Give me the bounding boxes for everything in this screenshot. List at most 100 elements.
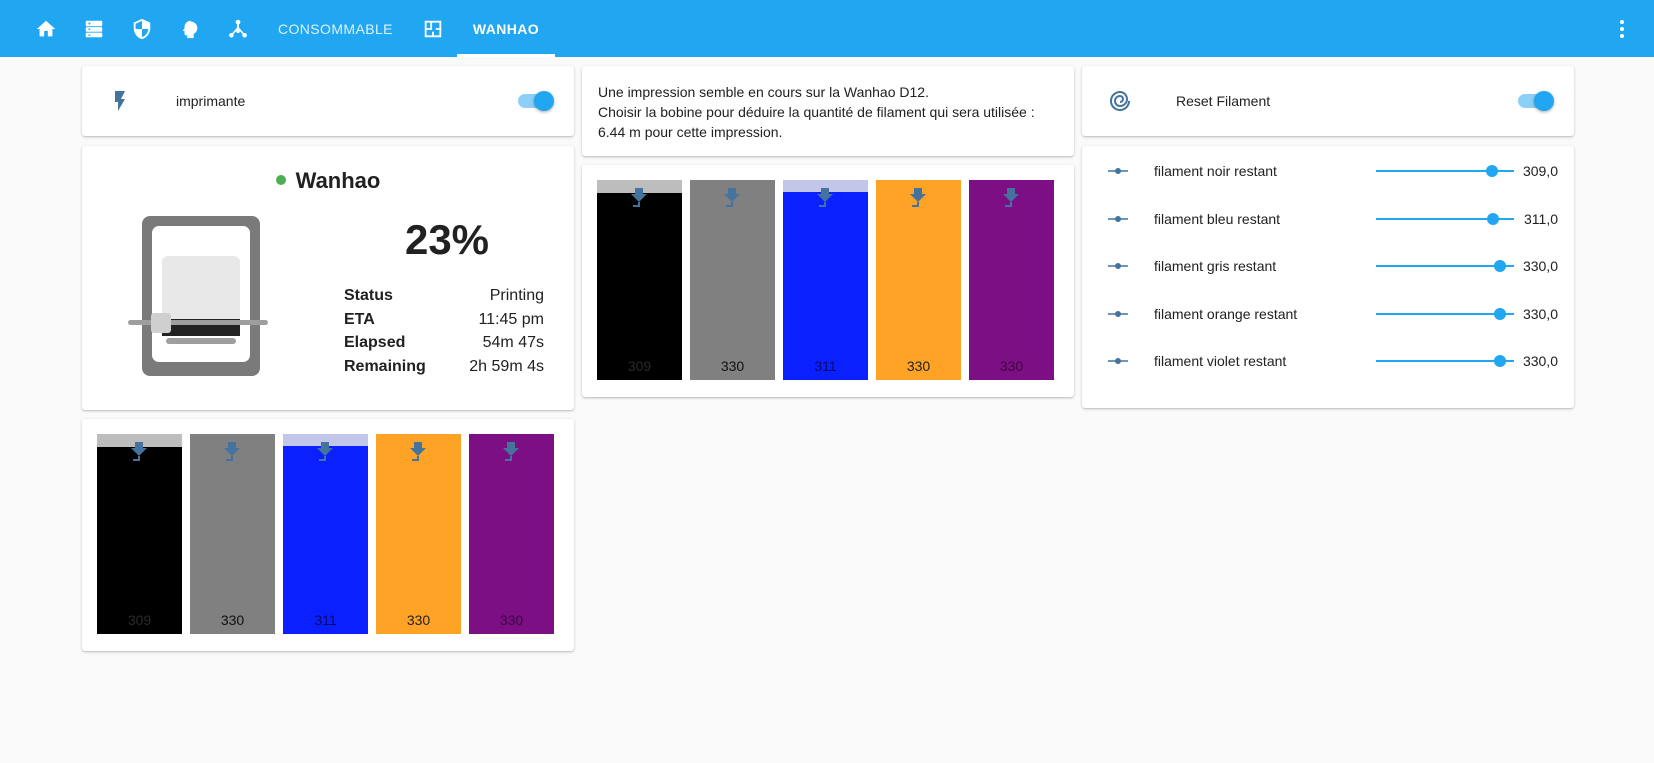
- spool-list: 309 330 311 330 330: [597, 180, 1054, 380]
- nozzle-icon: [222, 442, 242, 464]
- spool-remaining-value: 330: [220, 612, 245, 628]
- ray-vertex-icon: [1106, 159, 1130, 183]
- filament-slider-value: 330,0: [1522, 353, 1558, 369]
- filament-slider-row: filament orange restant 330,0: [1082, 290, 1574, 338]
- message-line-3: 6.44 m pour cette impression.: [598, 124, 783, 140]
- slider-knob[interactable]: [1494, 355, 1506, 367]
- network-icon: [229, 19, 247, 38]
- message-line-2: Choisir la bobine pour déduire la quanti…: [598, 104, 1035, 120]
- spool-fill-level: [597, 193, 682, 380]
- spool-remaining-value: 330: [906, 358, 931, 374]
- message-line-1: Une impression semble en cours sur la Wa…: [598, 84, 929, 100]
- spool-list: 309 330 311 330 330: [97, 434, 554, 634]
- filament-slider-label: filament noir restant: [1154, 163, 1277, 179]
- nozzle-icon: [629, 188, 649, 210]
- flash-icon: [108, 89, 132, 113]
- tab-wanhao[interactable]: WANHAO: [456, 0, 556, 57]
- spool-3[interactable]: 330: [876, 180, 961, 380]
- tab-home[interactable]: [22, 0, 70, 57]
- nozzle-icon: [315, 442, 335, 464]
- status-dot: [275, 175, 286, 186]
- spool-2[interactable]: 311: [783, 180, 868, 380]
- print-message: Une impression semble en cours sur la Wa…: [582, 66, 1074, 158]
- printer-status-card: Wanhao 23% Status Printing ETA 11:45 pm El…: [82, 146, 574, 410]
- printer-switch-card: imprimante: [82, 66, 574, 136]
- stat-remaining: Remaining 2h 59m 4s: [344, 357, 544, 375]
- filament-slider-value: 330,0: [1522, 305, 1558, 322]
- tab-wanhao-label: WANHAO: [472, 20, 540, 37]
- spool-fill-level: [97, 447, 182, 634]
- printer-graphic: [128, 216, 268, 376]
- filament-slider[interactable]: [1376, 304, 1514, 324]
- printer-switch-label: imprimante: [176, 93, 246, 109]
- ray-vertex-icon: [1106, 207, 1130, 231]
- filament-slider-label: filament bleu restant: [1154, 210, 1281, 227]
- filament-slider[interactable]: [1376, 256, 1514, 276]
- filament-slider[interactable]: [1376, 351, 1514, 371]
- tab-network[interactable]: [214, 0, 262, 57]
- stat-status: Status Printing: [344, 287, 544, 304]
- filament-slider-label: filament orange restant: [1154, 305, 1298, 322]
- progress-percent: 23%: [404, 216, 490, 263]
- filament-slider-row: filament gris restant 330,0: [1082, 242, 1574, 290]
- slider-knob[interactable]: [1486, 212, 1499, 225]
- spool-remaining-value: 311: [814, 358, 837, 374]
- spool-fill-level: [783, 192, 868, 380]
- spool-2[interactable]: 311: [283, 434, 368, 634]
- filament-slider-label: filament violet restant: [1154, 353, 1287, 369]
- printer-power-toggle[interactable]: [518, 91, 554, 111]
- filament-slider-row: filament bleu restant 311,0: [1082, 195, 1574, 243]
- home-icon: [36, 20, 56, 36]
- spool-remaining-value: 330: [999, 358, 1024, 374]
- ray-vertex-icon: [1106, 302, 1130, 326]
- spool-remaining-value: 311: [314, 612, 337, 628]
- stat-eta: ETA 11:45 pm: [344, 310, 544, 328]
- spool-4[interactable]: 330: [469, 434, 554, 634]
- slider-knob[interactable]: [1486, 165, 1499, 177]
- stat-elapsed: Elapsed 54m 47s: [344, 334, 544, 351]
- brain-icon: [182, 20, 198, 38]
- nozzle-icon: [129, 442, 149, 464]
- spool-remaining-value: 330: [406, 612, 431, 628]
- spool-0[interactable]: 309: [97, 434, 182, 634]
- dots-vertical-icon: [1620, 20, 1624, 38]
- spool-4[interactable]: 330: [969, 180, 1054, 380]
- reset-filament-toggle[interactable]: [1518, 91, 1554, 111]
- nozzle-icon: [501, 442, 521, 464]
- reset-filament-card: Reset Filament: [1082, 66, 1574, 136]
- floorplan-icon: [424, 20, 442, 37]
- spiral-icon: [1108, 89, 1132, 113]
- printer-name: Wanhao: [82, 168, 574, 194]
- filament-slider-label: filament gris restant: [1154, 258, 1277, 274]
- ray-vertex-icon: [1106, 349, 1130, 373]
- slider-knob[interactable]: [1494, 307, 1506, 320]
- filament-slider-value: 311,0: [1524, 210, 1558, 227]
- filament-slider-row: filament noir restant 309,0: [1082, 147, 1574, 195]
- nozzle-icon: [722, 188, 742, 210]
- spool-1[interactable]: 330: [190, 434, 275, 634]
- filament-sliders-card: filament noir restant 309,0 filament bleu …: [1082, 146, 1574, 408]
- spool-0[interactable]: 309: [597, 180, 682, 380]
- top-app-bar: CONSOMMABLE WANHAO: [0, 0, 1654, 57]
- tab-consommable-label: CONSOMMABLE: [278, 20, 393, 37]
- filament-slider[interactable]: [1376, 209, 1514, 229]
- tab-security[interactable]: [118, 0, 166, 57]
- printer-name-text: Wanhao: [295, 168, 381, 193]
- filament-slider[interactable]: [1376, 161, 1514, 181]
- overflow-menu-button[interactable]: [1610, 17, 1634, 41]
- tab-consommable[interactable]: CONSOMMABLE: [262, 0, 409, 57]
- filament-slider-value: 330,0: [1522, 258, 1558, 274]
- nozzle-icon: [908, 188, 928, 210]
- spools-card-left: 309 330 311 330 330: [82, 419, 574, 651]
- spool-remaining-value: 330: [499, 612, 524, 628]
- spool-1[interactable]: 330: [690, 180, 775, 380]
- nozzle-icon: [1001, 188, 1021, 210]
- tab-floorplan[interactable]: [409, 0, 457, 57]
- tab-brain[interactable]: [166, 0, 214, 57]
- print-message-card: Une impression semble en cours sur la Wa…: [582, 66, 1074, 156]
- slider-knob[interactable]: [1494, 260, 1506, 272]
- print-stats: Status Printing ETA 11:45 pm Elapsed 54m 47…: [344, 284, 544, 378]
- spool-3[interactable]: 330: [376, 434, 461, 634]
- spools-card-middle: 309 330 311 330 330: [582, 165, 1074, 397]
- tab-server[interactable]: [70, 0, 118, 57]
